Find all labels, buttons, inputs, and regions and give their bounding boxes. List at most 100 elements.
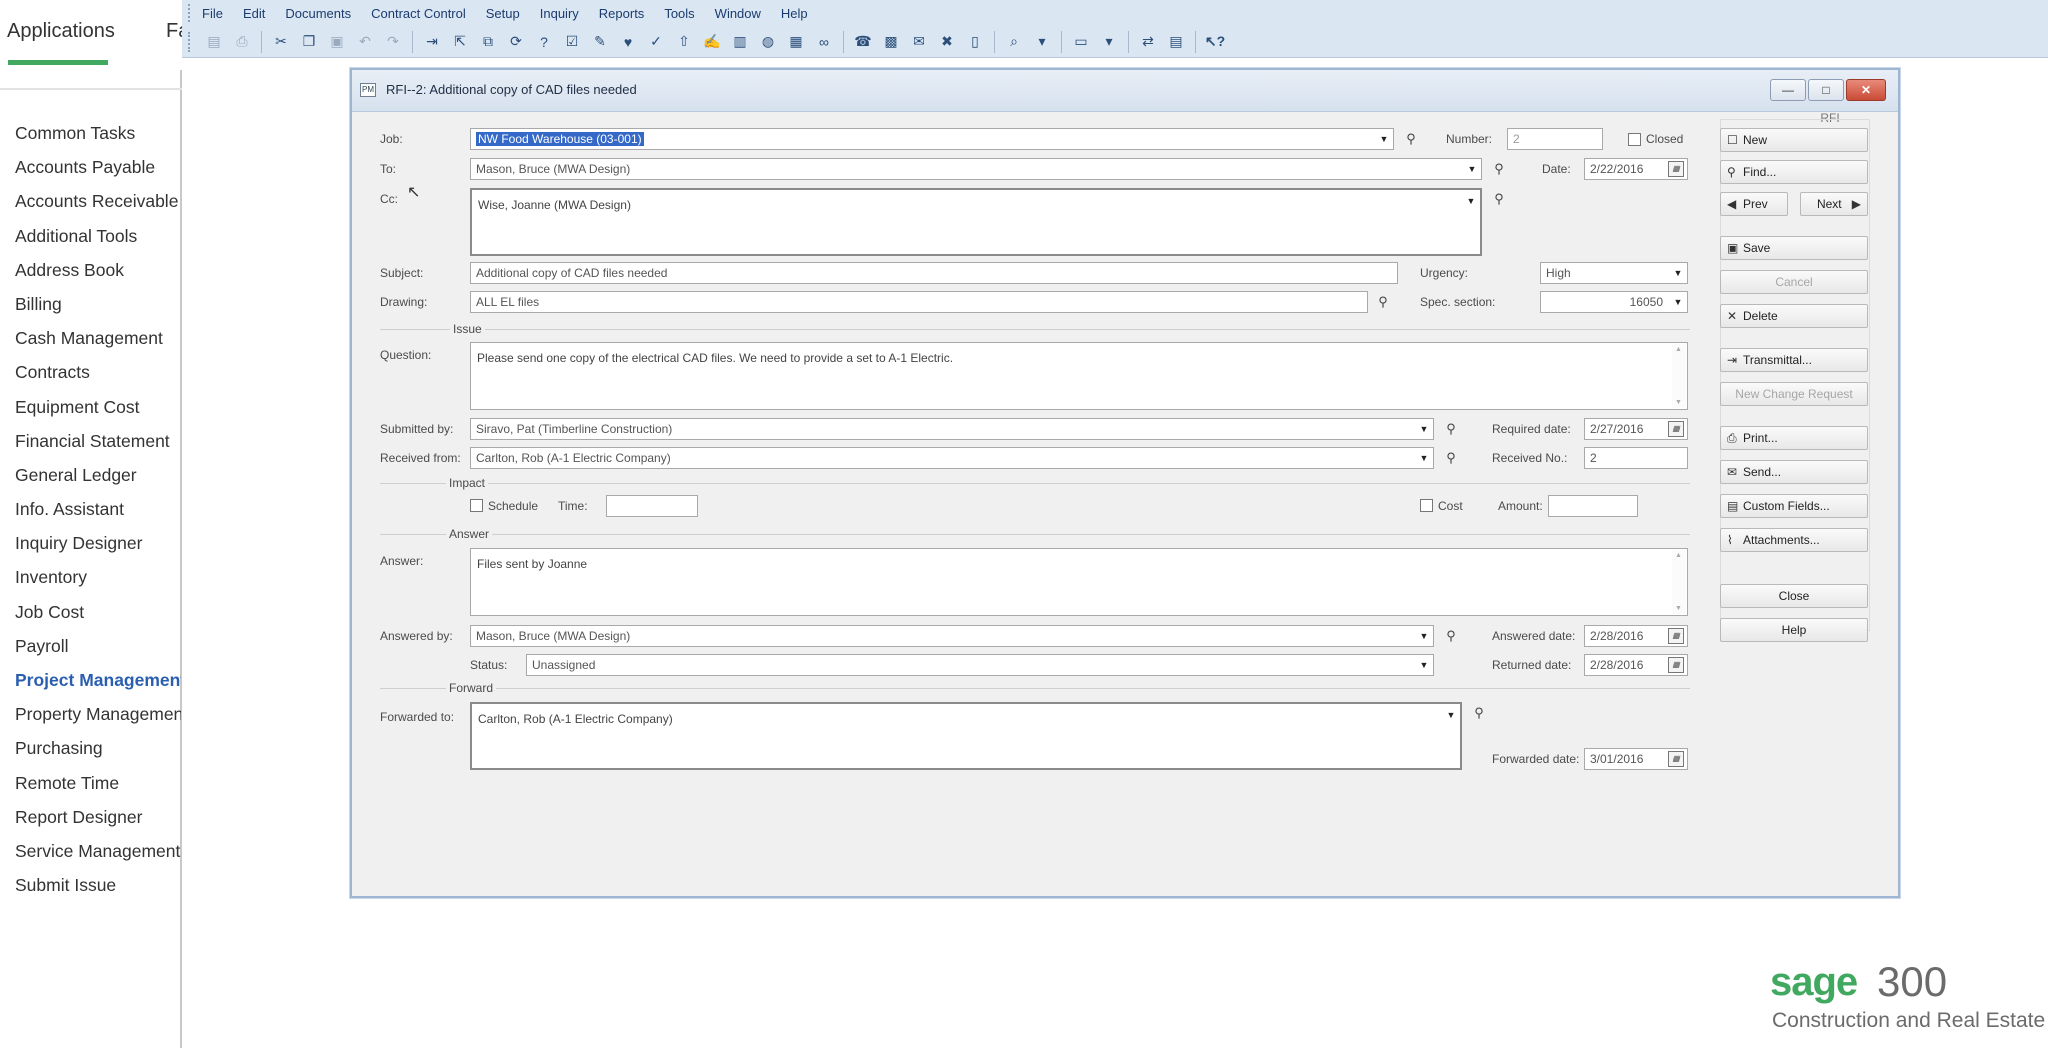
tab-favorites[interactable]: Fa [166, 20, 182, 43]
find-button[interactable]: ⚲ Find... [1720, 160, 1868, 184]
to-lookup-icon[interactable]: ⚲ [1488, 159, 1510, 179]
cc-field[interactable]: Wise, Joanne (MWA Design) ▼ [470, 188, 1482, 256]
answer-textarea[interactable]: Files sent by Joanne [470, 548, 1688, 616]
app-item-additional-tools[interactable]: Additional Tools [15, 221, 181, 255]
app-item-property-management[interactable]: Property Management [15, 699, 181, 733]
submitted-by-field[interactable]: Siravo, Pat (Timberline Construction) ▼ [470, 418, 1434, 440]
zoom-dropdown-icon[interactable]: ▾ [1031, 31, 1053, 53]
question-scrollbar[interactable] [1672, 344, 1686, 408]
drawing-lookup-icon[interactable]: ⚲ [1372, 292, 1394, 312]
undo-icon[interactable]: ↶ [354, 31, 376, 53]
app-item-job-cost[interactable]: Job Cost [15, 597, 181, 631]
grid-icon[interactable]: ▦ [785, 31, 807, 53]
app-item-report-designer[interactable]: Report Designer [15, 802, 181, 836]
question-textarea[interactable]: Please send one copy of the electrical C… [470, 342, 1688, 410]
dialog-titlebar[interactable]: PM RFI--2: Additional copy of CAD files … [352, 70, 1898, 112]
received-from-lookup-icon[interactable]: ⚲ [1440, 448, 1462, 468]
forwarded-date-calendar-icon[interactable]: ▦ [1668, 751, 1684, 767]
time-field[interactable] [606, 495, 698, 517]
app-item-general-ledger[interactable]: General Ledger [15, 460, 181, 494]
task-icon[interactable]: ✎ [589, 31, 611, 53]
app-item-service-management[interactable]: Service Management [15, 836, 181, 870]
question-doc-icon[interactable]: ? [533, 31, 555, 53]
duplicate-icon[interactable]: ⧉ [477, 31, 499, 53]
page-dropdown-icon[interactable]: ▾ [1098, 31, 1120, 53]
urgency-dropdown-icon[interactable]: ▼ [1670, 264, 1686, 282]
status-dropdown-icon[interactable]: ▼ [1416, 656, 1432, 674]
calendar-icon[interactable]: ▩ [880, 31, 902, 53]
approve-icon[interactable]: ✓ [645, 31, 667, 53]
context-help-icon[interactable]: ↖? [1204, 31, 1226, 53]
forwarded-to-field[interactable]: Carlton, Rob (A-1 Electric Company) ▼ [470, 702, 1462, 770]
answered-date-calendar-icon[interactable]: ▦ [1668, 628, 1684, 644]
tab-applications[interactable]: Applications [7, 20, 115, 43]
amount-field[interactable] [1548, 495, 1638, 517]
new-button[interactable]: ☐ New [1720, 128, 1868, 152]
app-item-contracts[interactable]: Contracts [15, 357, 181, 391]
help-button[interactable]: Help [1720, 618, 1868, 642]
returned-date-calendar-icon[interactable]: ▦ [1668, 657, 1684, 673]
prev-button[interactable]: ◀ Prev [1720, 192, 1788, 216]
print-button[interactable]: ⎙ Print... [1720, 426, 1868, 450]
app-item-address-book[interactable]: Address Book [15, 255, 181, 289]
date-field[interactable]: 2/22/2016 ▦ [1584, 158, 1688, 180]
cut-icon[interactable]: ✂ [270, 31, 292, 53]
calculator-icon[interactable]: ▤ [1165, 31, 1187, 53]
send-button[interactable]: ✉ Send... [1720, 460, 1868, 484]
forwarded-date-field[interactable]: 3/01/2016 ▦ [1584, 748, 1688, 770]
answered-by-lookup-icon[interactable]: ⚲ [1440, 626, 1462, 646]
drawing-field[interactable]: ALL EL files [470, 291, 1368, 313]
menu-tools[interactable]: Tools [664, 6, 694, 21]
job-field[interactable]: NW Food Warehouse (03-001) ▼ [470, 128, 1394, 150]
app-item-info-assistant[interactable]: Info. Assistant [15, 494, 181, 528]
submitted-by-lookup-icon[interactable]: ⚲ [1440, 419, 1462, 439]
app-item-inquiry-designer[interactable]: Inquiry Designer [15, 528, 181, 562]
connect-icon[interactable]: ⇄ [1137, 31, 1159, 53]
schedule-checkbox[interactable] [470, 499, 483, 512]
delete-button[interactable]: ✕ Delete [1720, 304, 1868, 328]
address-book-icon[interactable]: ☎ [852, 31, 874, 53]
cancel-button[interactable]: Cancel [1720, 270, 1868, 294]
save-button[interactable]: ▣ Save [1720, 236, 1868, 260]
refresh-icon[interactable]: ⟳ [505, 31, 527, 53]
tools-icon[interactable]: ✖ [936, 31, 958, 53]
maximize-button[interactable]: □ [1808, 79, 1844, 101]
checklist-icon[interactable]: ☑ [561, 31, 583, 53]
export-icon[interactable]: ⇱ [449, 31, 471, 53]
chart-icon[interactable]: ▥ [729, 31, 751, 53]
import-icon[interactable]: ⇥ [421, 31, 443, 53]
number-field[interactable]: 2 [1507, 128, 1603, 150]
app-item-billing[interactable]: Billing [15, 289, 181, 323]
next-button[interactable]: Next ▶ [1800, 192, 1868, 216]
app-item-submit-issue[interactable]: Submit Issue [15, 870, 181, 904]
open-icon[interactable]: ▤ [203, 31, 225, 53]
app-item-equipment-cost[interactable]: Equipment Cost [15, 392, 181, 426]
received-no-field[interactable]: 2 [1584, 447, 1688, 469]
print-icon[interactable]: ⎙ [231, 31, 253, 53]
app-item-accounts-receivable[interactable]: Accounts Receivable [15, 186, 181, 220]
app-item-payroll[interactable]: Payroll [15, 631, 181, 665]
link-icon[interactable]: ∞ [813, 31, 835, 53]
app-item-financial-statement[interactable]: Financial Statement [15, 426, 181, 460]
menu-file[interactable]: File [202, 6, 223, 21]
notes-icon[interactable]: ✉ [908, 31, 930, 53]
required-date-calendar-icon[interactable]: ▦ [1668, 421, 1684, 437]
close-button[interactable]: Close [1720, 584, 1868, 608]
upload-icon[interactable]: ⇧ [673, 31, 695, 53]
zoom-icon[interactable]: ⌕ [1003, 31, 1025, 53]
answered-by-field[interactable]: Mason, Bruce (MWA Design) ▼ [470, 625, 1434, 647]
cc-lookup-icon[interactable]: ⚲ [1488, 189, 1510, 209]
new-change-request-button[interactable]: New Change Request [1720, 382, 1868, 406]
paste-icon[interactable]: ▣ [326, 31, 348, 53]
menu-contract-control[interactable]: Contract Control [371, 6, 466, 21]
status-select[interactable]: Unassigned ▼ [526, 654, 1434, 676]
menu-reports[interactable]: Reports [599, 6, 645, 21]
custom-fields-button[interactable]: ▤ Custom Fields... [1720, 494, 1868, 518]
required-date-field[interactable]: 2/27/2016 ▦ [1584, 418, 1688, 440]
received-from-field[interactable]: Carlton, Rob (A-1 Electric Company) ▼ [470, 447, 1434, 469]
copy-icon[interactable]: ❐ [298, 31, 320, 53]
menu-window[interactable]: Window [715, 6, 761, 21]
date-calendar-icon[interactable]: ▦ [1668, 161, 1684, 177]
submitted-by-dropdown-icon[interactable]: ▼ [1416, 420, 1432, 438]
menu-help[interactable]: Help [781, 6, 808, 21]
